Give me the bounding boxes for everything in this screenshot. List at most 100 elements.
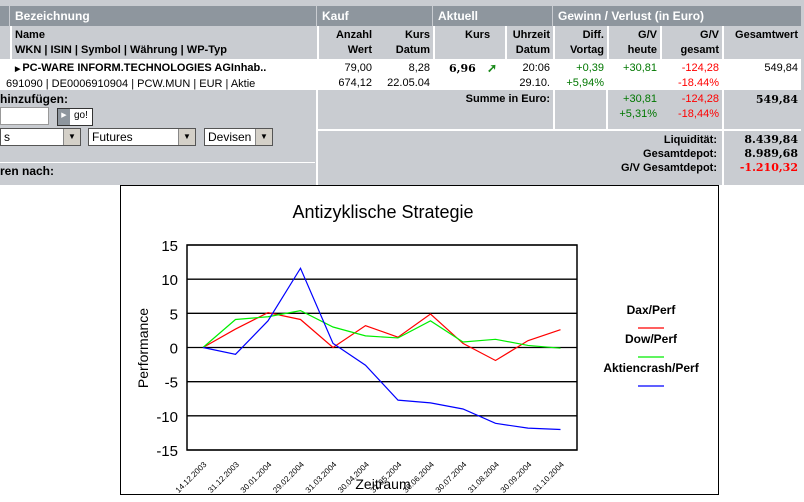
add-input[interactable] bbox=[0, 107, 49, 125]
summe-gesamtwert: 549,84 bbox=[755, 93, 798, 106]
stock-ids: 691090 | DE0006910904 | PCW.MUN | EUR | … bbox=[6, 78, 256, 90]
gesamtdepot-value: 8.989,68 bbox=[744, 147, 798, 160]
gesamtwert-value: 549,84 bbox=[764, 62, 798, 74]
x-tick-label: 30.01.2004 bbox=[239, 460, 274, 495]
add-label: hinzufügen: bbox=[0, 92, 68, 106]
summe-heute: +30,81 bbox=[623, 93, 657, 105]
gv-gesamtdepot-value: -1.210,32 bbox=[739, 161, 798, 174]
x-tick-label: 14.12.2003 bbox=[174, 460, 209, 495]
select-futures[interactable]: Futures ▼ bbox=[88, 128, 196, 146]
col-gesamtwert-label: Gesamtwert bbox=[735, 29, 798, 41]
col-gesamtwert: Gesamtwert bbox=[722, 26, 801, 59]
x-tick-label: 31.08.2004 bbox=[466, 460, 501, 495]
chart-title: Antizyklische Strategie bbox=[292, 202, 473, 222]
col-kurs-label: Kurs bbox=[465, 29, 491, 41]
gv-gesamtdepot-label: G/V Gesamtdepot: bbox=[621, 162, 717, 174]
go-label: go! bbox=[74, 110, 88, 121]
performance-chart: Antizyklische Strategie Zeitraum Perform… bbox=[120, 185, 719, 495]
col-name-label: Name bbox=[15, 29, 45, 41]
divider bbox=[0, 162, 315, 163]
wert-value: 674,12 bbox=[338, 77, 372, 89]
divider bbox=[553, 90, 555, 129]
liquiditaet-value: 8.439,84 bbox=[744, 133, 798, 146]
y-tick-label: -10 bbox=[156, 409, 178, 426]
col-ids-label: WKN | ISIN | Symbol | Währung | WP-Typ bbox=[15, 44, 227, 56]
col-diff-label: Diff. bbox=[582, 29, 604, 41]
kurs-value: 6,96 bbox=[449, 62, 476, 75]
datum-value: 29.10. bbox=[519, 77, 550, 89]
select-type-value: s bbox=[4, 130, 10, 144]
datum-kauf-value: 22.05.04 bbox=[387, 77, 430, 89]
group-bezeichnung: Bezeichnung bbox=[10, 6, 316, 26]
gv-gesamt-pct-value: -18.44% bbox=[678, 77, 719, 89]
chart-svg: Antizyklische Strategie Zeitraum Perform… bbox=[135, 202, 700, 495]
y-tick-label: -5 bbox=[165, 375, 178, 392]
col-anzahl: Anzahl Wert bbox=[317, 26, 375, 59]
anzahl-value: 79,00 bbox=[344, 62, 372, 74]
legend-label: Dow/Perf bbox=[625, 332, 678, 346]
select-type[interactable]: s ▼ bbox=[0, 128, 81, 146]
col-kurs: Kurs bbox=[433, 26, 505, 59]
summe-gesamt-pct: -18,44% bbox=[678, 108, 719, 120]
series-line-dow-perf bbox=[202, 309, 561, 349]
col-kurs-kauf: Kurs Datum bbox=[375, 26, 433, 59]
x-tick-label: 30.07.2004 bbox=[434, 460, 469, 495]
legend-label: Aktiencrash/Perf bbox=[603, 361, 699, 375]
uhrzeit-value: 20:06 bbox=[522, 62, 550, 74]
legend-label: Dax/Perf bbox=[627, 303, 677, 317]
col-diff: Diff. Vortag bbox=[553, 26, 607, 59]
arrow-right-icon: ▶ bbox=[58, 109, 70, 125]
chevron-down-icon: ▼ bbox=[255, 129, 272, 145]
stock-name: PC-WARE INFORM.TECHNOLOGIES AGInhab.. bbox=[22, 62, 267, 74]
col-datum-label: Datum bbox=[515, 44, 550, 56]
col-gv-heute: G/V heute bbox=[607, 26, 660, 59]
summe-heute-pct: +5,31% bbox=[619, 108, 657, 120]
gesamtdepot-label: Gesamtdepot: bbox=[643, 148, 717, 160]
group-gv: Gewinn / Verlust (in Euro) bbox=[553, 6, 801, 26]
stock-name-link[interactable]: ▶ PC-WARE INFORM.TECHNOLOGIES AGInhab.. bbox=[9, 61, 314, 77]
col-gv-label: G/V bbox=[638, 29, 657, 41]
x-tick-label: 30.09.2004 bbox=[499, 460, 534, 495]
select-futures-value: Futures bbox=[92, 130, 133, 144]
y-tick-label: 10 bbox=[161, 272, 178, 289]
x-tick-label: 31.10.2004 bbox=[531, 460, 566, 495]
row-name-cell: ▶ PC-WARE INFORM.TECHNOLOGIES AGInhab.. … bbox=[6, 59, 317, 94]
y-tick-label: 5 bbox=[170, 306, 178, 323]
col-uhrzeit-label: Uhrzeit bbox=[512, 29, 550, 41]
series-line-aktiencrash-perf bbox=[202, 266, 561, 431]
col-anzahl-label: Anzahl bbox=[335, 29, 372, 41]
group-kauf: Kauf bbox=[317, 6, 432, 26]
x-tick-label: 29.02.2004 bbox=[271, 460, 306, 495]
y-tick-label: 15 bbox=[161, 238, 178, 255]
col-gv-gesamt: G/V gesamt bbox=[660, 26, 722, 59]
summe-label: Summe in Euro: bbox=[465, 93, 550, 105]
kurs-kauf-value: 8,28 bbox=[408, 62, 430, 74]
diff-pct-value: +5,94% bbox=[566, 77, 604, 89]
y-tick-label: 0 bbox=[170, 341, 178, 358]
sort-label: ren nach: bbox=[0, 164, 55, 178]
liquiditaet-label: Liquidität: bbox=[663, 134, 717, 146]
y-tick-label: -15 bbox=[156, 443, 178, 460]
go-button[interactable]: ▶ go! bbox=[57, 108, 93, 126]
col-wert-label: Wert bbox=[347, 44, 372, 56]
col-uhrzeit: Uhrzeit Datum bbox=[505, 26, 553, 59]
x-tick-label: 31.12.2003 bbox=[206, 460, 241, 495]
col-gesamt-label: gesamt bbox=[680, 44, 719, 56]
select-devisen-value: Devisen bbox=[208, 130, 252, 144]
trend-up-icon: ➚ bbox=[487, 61, 498, 75]
chevron-down-icon: ▼ bbox=[63, 129, 80, 145]
y-axis-label: Performance bbox=[135, 308, 151, 388]
x-tick-label: 31.03.2004 bbox=[304, 460, 339, 495]
col-vortag-label: Vortag bbox=[569, 44, 604, 56]
col-heute-label: heute bbox=[627, 44, 657, 56]
chevron-down-icon: ▼ bbox=[178, 129, 195, 145]
gv-heute-value: +30,81 bbox=[623, 62, 657, 74]
summe-gesamt: -124,28 bbox=[681, 93, 719, 105]
col-gv2-label: G/V bbox=[700, 29, 719, 41]
group-aktuell: Aktuell bbox=[433, 6, 552, 26]
col-datum-kauf-label: Datum bbox=[395, 44, 430, 56]
col-name: Name WKN | ISIN | Symbol | Währung | WP-T… bbox=[10, 26, 317, 59]
diff-value: +0,39 bbox=[576, 62, 604, 74]
select-devisen[interactable]: Devisen ▼ bbox=[204, 128, 273, 146]
header-spacer bbox=[0, 6, 9, 26]
